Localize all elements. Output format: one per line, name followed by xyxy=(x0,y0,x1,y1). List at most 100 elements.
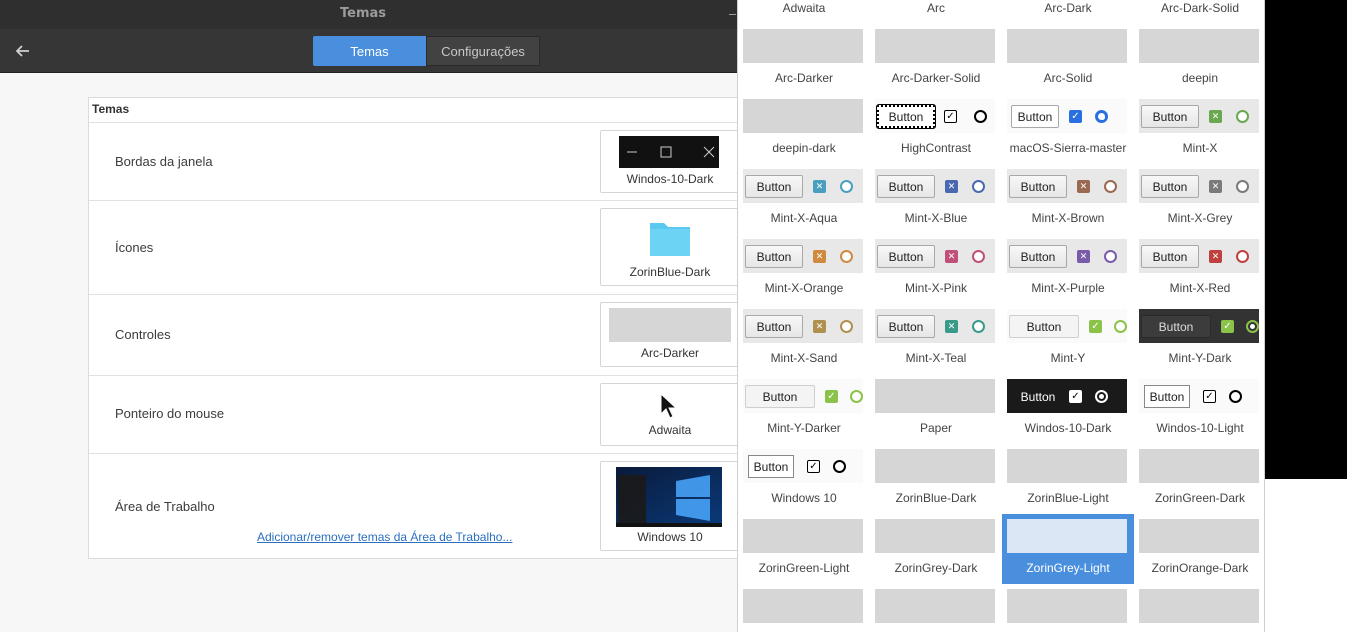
preview-button: Button xyxy=(1141,315,1211,338)
radio-icon xyxy=(972,250,985,263)
theme-thumbnail xyxy=(1139,589,1259,623)
theme-thumbnail: Button ✕ xyxy=(743,309,863,343)
row-mouse-pointer: Ponteiro do mouse Adwaita xyxy=(89,376,747,454)
preview-button: Button xyxy=(1009,385,1067,408)
theme-option[interactable]: Button ✕ Mint-X xyxy=(1134,94,1264,164)
checkbox-icon: ✕ xyxy=(1077,180,1090,193)
theme-option[interactable]: ZorinRed-Dark xyxy=(1134,584,1264,632)
theme-name: ZorinGreen-Dark xyxy=(1154,491,1246,505)
radio-icon xyxy=(1095,390,1108,403)
radio-icon xyxy=(833,460,846,473)
theme-option[interactable]: ZorinOrange-Dark xyxy=(1134,514,1264,584)
minimize-icon[interactable] xyxy=(729,14,736,15)
theme-option[interactable]: ZorinBlue-Light xyxy=(1002,444,1134,514)
theme-name: Mint-X-Purple xyxy=(1031,281,1105,295)
icons-chooser[interactable]: ZorinBlue-Dark xyxy=(600,208,740,286)
controls-chooser[interactable]: Arc-Darker xyxy=(600,302,740,367)
theme-option[interactable]: Button ✕ Mint-X-Grey xyxy=(1134,164,1264,234)
theme-option[interactable]: Button ✓ Windos-10-Dark xyxy=(1002,374,1134,444)
theme-option[interactable]: deepin xyxy=(1134,24,1264,94)
theme-option[interactable]: Button ✓ Windows 10 xyxy=(738,444,870,514)
theme-option[interactable]: ZorinGreen-Light xyxy=(738,514,870,584)
preview-button: Button xyxy=(877,315,935,338)
checkbox-icon: ✕ xyxy=(813,180,826,193)
theme-thumbnail: Button ✓ xyxy=(1139,379,1259,413)
theme-option[interactable]: Arc-Dark-Solid xyxy=(1134,0,1264,24)
theme-option[interactable]: ZorinPurple-Light xyxy=(1002,584,1134,632)
radio-icon xyxy=(1095,110,1108,123)
theme-name: Mint-X-Grey xyxy=(1167,211,1233,225)
desktop-wallpaper-preview xyxy=(616,467,722,527)
theme-name: Mint-X-Blue xyxy=(904,211,968,225)
theme-name: Mint-X-Orange xyxy=(764,281,844,295)
theme-option[interactable]: Button ✕ Mint-X-Sand xyxy=(738,304,870,374)
theme-thumbnail: Button ✓ xyxy=(743,379,863,413)
preview-button: Button xyxy=(1141,245,1199,268)
theme-option[interactable]: deepin-dark xyxy=(738,94,870,164)
theme-thumbnail xyxy=(1139,449,1259,483)
row-label: Área de Trabalho xyxy=(115,499,215,514)
add-remove-desktop-themes-link[interactable]: Adicionar/remover temas da Área de Traba… xyxy=(257,530,512,544)
theme-option[interactable]: ZorinGrey-Light xyxy=(1002,514,1134,584)
theme-option[interactable]: Paper xyxy=(870,374,1002,444)
theme-name: Windos-10-Light xyxy=(1156,421,1244,435)
theme-option[interactable]: Button ✕ Mint-X-Brown xyxy=(1002,164,1134,234)
theme-option[interactable]: ZorinGrey-Dark xyxy=(870,514,1002,584)
theme-thumbnail: Button ✕ xyxy=(1007,169,1127,203)
theme-option[interactable]: Button ✕ Mint-X-Orange xyxy=(738,234,870,304)
theme-option[interactable]: ZorinGreen-Dark xyxy=(1134,444,1264,514)
theme-option[interactable]: Adwaita xyxy=(738,0,870,24)
theme-name: deepin xyxy=(1181,71,1219,85)
theme-option[interactable]: ZorinPurple-Dark xyxy=(870,584,1002,632)
theme-thumbnail xyxy=(875,449,995,483)
theme-name: ZorinBlue-Light xyxy=(1027,491,1109,505)
theme-thumbnail xyxy=(1139,519,1259,553)
tab-configuracoes[interactable]: Configurações xyxy=(426,36,540,66)
theme-option[interactable]: Button ✓ Mint-Y-Darker xyxy=(738,374,870,444)
theme-option[interactable]: Button ✕ Mint-X-Teal xyxy=(870,304,1002,374)
tab-temas[interactable]: Temas xyxy=(313,36,426,66)
preview-button: Button xyxy=(876,104,936,129)
checkbox-icon: ✕ xyxy=(1077,250,1090,263)
checkbox-icon: ✓ xyxy=(1203,390,1216,403)
theme-option[interactable]: Arc-Solid xyxy=(1002,24,1134,94)
theme-thumbnail: Button ✕ xyxy=(743,169,863,203)
theme-thumbnail: Button ✓ xyxy=(875,99,995,133)
theme-option[interactable]: Button ✓ Mint-Y-Dark xyxy=(1134,304,1264,374)
theme-option[interactable]: Button ✕ Mint-X-Pink xyxy=(870,234,1002,304)
theme-option[interactable]: ZorinOrange-Light xyxy=(738,584,870,632)
theme-option[interactable]: Button ✓ macOS-Sierra-master xyxy=(1002,94,1134,164)
theme-option[interactable]: Button ✕ Mint-X-Blue xyxy=(870,164,1002,234)
theme-name: Arc-Solid xyxy=(1043,71,1093,85)
theme-name: Mint-Y-Darker xyxy=(767,421,841,435)
theme-name: Arc-Dark xyxy=(1044,1,1092,15)
theme-name: Mint-Y-Dark xyxy=(1168,351,1232,365)
theme-thumbnail: Button ✕ xyxy=(1139,169,1259,203)
checkbox-icon: ✓ xyxy=(807,460,820,473)
theme-option[interactable]: Button ✓ Mint-Y xyxy=(1002,304,1134,374)
theme-thumbnail xyxy=(1007,519,1127,553)
theme-option[interactable]: Button ✕ Mint-X-Purple xyxy=(1002,234,1134,304)
theme-thumbnail xyxy=(1139,29,1259,63)
theme-thumbnail xyxy=(743,99,863,133)
theme-option[interactable]: Arc-Darker-Solid xyxy=(870,24,1002,94)
theme-name: ZorinOrange-Dark xyxy=(1151,561,1249,575)
theme-option[interactable]: Button ✓ HighContrast xyxy=(870,94,1002,164)
preview-button: Button xyxy=(1144,385,1190,408)
window-borders-chooser[interactable]: Windos-10-Dark xyxy=(600,130,740,193)
theme-option[interactable]: Button ✕ Mint-X-Red xyxy=(1134,234,1264,304)
theme-option[interactable]: Arc xyxy=(870,0,1002,24)
theme-option[interactable]: Button ✕ Mint-X-Aqua xyxy=(738,164,870,234)
tab-bar: Temas Configurações xyxy=(313,36,540,66)
theme-option[interactable]: Arc-Darker xyxy=(738,24,870,94)
theme-option[interactable]: Button ✓ Windos-10-Light xyxy=(1134,374,1264,444)
theme-option[interactable]: Arc-Dark xyxy=(1002,0,1134,24)
mouse-pointer-value: Adwaita xyxy=(648,423,692,437)
row-label: Bordas da janela xyxy=(115,154,213,169)
theme-thumbnail: Button ✕ xyxy=(875,169,995,203)
back-button[interactable] xyxy=(10,36,36,66)
theme-thumbnail xyxy=(875,589,995,623)
desktop-chooser[interactable]: Windows 10 xyxy=(600,461,740,551)
desktop-value: Windows 10 xyxy=(637,530,703,544)
theme-option[interactable]: ZorinBlue-Dark xyxy=(870,444,1002,514)
